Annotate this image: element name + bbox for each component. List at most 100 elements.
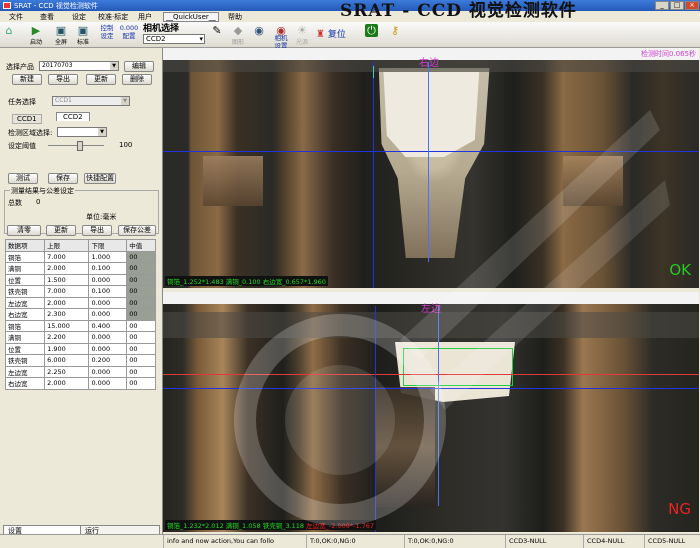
export-tolerance-button[interactable]: 导出 xyxy=(82,225,112,236)
table-row[interactable]: 右边宽 2.000 0.000 00 xyxy=(4,377,156,390)
menu-help[interactable]: 帮助 xyxy=(228,12,242,22)
standard-button[interactable]: ▣ 标准 xyxy=(74,24,92,46)
help-button[interactable]: ⚷ xyxy=(390,24,400,45)
cell-mid[interactable]: 00 xyxy=(126,342,156,355)
cell-lower[interactable]: 0.000 xyxy=(88,296,128,309)
cell-lower[interactable]: 0.000 xyxy=(88,273,128,286)
home-button[interactable]: ⌂ xyxy=(3,24,15,45)
reset-button[interactable]: ♜ 复位 xyxy=(316,24,352,45)
cell-lower[interactable]: 0.000 xyxy=(88,365,128,378)
quick-config-button[interactable]: 快捷配置 xyxy=(84,173,116,184)
edit-button[interactable]: 编辑 xyxy=(124,61,154,72)
cell-upper[interactable]: 2.300 xyxy=(44,308,90,321)
cell-lower[interactable]: 0.000 xyxy=(88,308,128,321)
cell-upper[interactable]: 2.250 xyxy=(44,365,90,378)
camera-settings-button[interactable]: ◉ 相机 设置 xyxy=(272,24,290,50)
minimize-button[interactable]: _ xyxy=(655,1,669,10)
cell-lower[interactable]: 0.200 xyxy=(88,354,128,367)
cell-mid[interactable]: 00 xyxy=(126,331,156,344)
export-button[interactable]: 导出 xyxy=(48,74,78,85)
cell-mid[interactable]: 00 xyxy=(126,365,156,378)
table-row[interactable]: 右边宽 2.300 0.000 00 xyxy=(4,308,156,321)
control-settings-button[interactable]: 控制 设定 xyxy=(98,24,116,45)
cell-lower[interactable]: 0.100 xyxy=(88,285,128,298)
cell-lower[interactable]: 0.100 xyxy=(88,262,128,275)
tab-ccd1[interactable]: CCD1 xyxy=(12,114,42,124)
cell-upper[interactable]: 6.000 xyxy=(44,354,90,367)
table-row[interactable]: 铁壳铜 6.000 0.200 00 xyxy=(4,354,156,367)
camera-view-left[interactable]: 左边 NG 铜箔_1.232*2.012 满铜_1.058 铁壳铜_3.118 … xyxy=(163,292,699,532)
table-row[interactable]: 满铜 2.200 0.000 00 xyxy=(4,331,156,344)
region-select[interactable]: ▼ xyxy=(57,127,107,137)
cell-mid[interactable]: 00 xyxy=(126,296,156,309)
table-row[interactable]: 左边宽 2.000 0.000 00 xyxy=(4,296,156,309)
cell-item: 铁壳铜 xyxy=(4,285,46,298)
cell-lower[interactable]: 0.000 xyxy=(88,342,128,355)
menu-view[interactable]: 查看 xyxy=(40,12,54,22)
cell-mid[interactable]: 00 xyxy=(126,250,156,263)
config-button[interactable]: 0.000 配置 xyxy=(119,24,139,45)
pencil-tool[interactable]: ✎ xyxy=(210,24,224,45)
cell-upper[interactable]: 1.900 xyxy=(44,342,90,355)
test-button[interactable]: 测试 xyxy=(8,173,38,184)
table-row[interactable]: 位置 1.500 0.000 00 xyxy=(4,273,156,286)
table-row[interactable]: 铜箔 15.000 0.400 00 xyxy=(4,319,156,332)
menu-file[interactable]: 文件 xyxy=(9,12,23,22)
guide-line xyxy=(428,62,429,262)
cell-upper[interactable]: 2.000 xyxy=(44,377,90,390)
task-select[interactable]: CCD1 ▼ xyxy=(52,96,130,106)
cell-mid[interactable]: 00 xyxy=(126,377,156,390)
cell-upper[interactable]: 15.000 xyxy=(44,319,90,332)
table-row[interactable]: 左边宽 2.250 0.000 00 xyxy=(4,365,156,378)
threshold-slider[interactable] xyxy=(48,145,104,146)
menu-calibration[interactable]: 校准·标定 xyxy=(98,12,128,22)
graphic-setup-button[interactable]: ◆图形设置 xyxy=(230,24,246,55)
product-select[interactable]: 20170703 ▼ xyxy=(39,61,119,71)
start-button[interactable]: ▶ 启动 xyxy=(27,24,45,46)
power-button[interactable]: ⏻ xyxy=(365,24,379,45)
cell-upper[interactable]: 2.000 xyxy=(44,296,90,309)
table-row[interactable]: 位置 1.900 0.000 00 xyxy=(4,342,156,355)
camera-view-right[interactable]: 右边 检测时间0.065秒 OK 铜箔_1.252*1.483 满铜_0.100… xyxy=(163,48,699,288)
close-button[interactable]: × xyxy=(685,1,699,10)
camera-tool[interactable]: ◉ xyxy=(252,24,266,45)
cell-mid[interactable]: 00 xyxy=(126,273,156,286)
save-button[interactable]: 保存 xyxy=(48,173,78,184)
cell-mid[interactable]: 00 xyxy=(126,262,156,275)
cell-lower[interactable]: 1.000 xyxy=(88,250,128,263)
menu-user[interactable]: 用户 xyxy=(138,12,152,22)
total-label: 总数 xyxy=(8,199,22,207)
cell-upper[interactable]: 7.000 xyxy=(44,250,90,263)
table-row[interactable]: 铜箔 7.000 1.000 00 xyxy=(4,250,156,263)
fullscreen-button[interactable]: ▣ 全屏 xyxy=(52,24,70,46)
update-tolerance-button[interactable]: 更新 xyxy=(46,225,76,236)
cell-mid[interactable]: 00 xyxy=(126,354,156,367)
cell-upper[interactable]: 7.000 xyxy=(44,285,90,298)
tab-ccd2[interactable]: CCD2 xyxy=(56,112,90,121)
menu-settings[interactable]: 设定 xyxy=(72,12,86,22)
cell-mid[interactable]: 00 xyxy=(126,319,156,332)
cell-lower[interactable]: 0.400 xyxy=(88,319,128,332)
update-button[interactable]: 更新 xyxy=(86,74,116,85)
new-button[interactable]: 新建 xyxy=(12,74,42,85)
delete-button[interactable]: 删除 xyxy=(122,74,152,85)
cell-mid[interactable]: 00 xyxy=(126,285,156,298)
toolbar: ⌂ ▶ 启动 ▣ 全屏 ▣ 标准 控制 设定 0.000 配置 相机选择 CCD2 ▾ ✎… xyxy=(0,22,700,55)
maximize-button[interactable]: □ xyxy=(670,1,684,10)
home-icon: ⌂ xyxy=(5,24,13,37)
cell-mid[interactable]: 00 xyxy=(126,308,156,321)
camera-select[interactable]: 相机选择 CCD2 ▾ xyxy=(143,24,209,45)
cell-lower[interactable]: 0.000 xyxy=(88,331,128,344)
quick-user-field[interactable]: __QuickUser__ xyxy=(163,12,219,22)
slider-thumb[interactable] xyxy=(77,141,83,151)
save-tolerance-button[interactable]: 保存公差 xyxy=(118,225,156,236)
cell-item: 位置 xyxy=(4,342,46,355)
cell-upper[interactable]: 2.000 xyxy=(44,262,90,275)
clear-button[interactable]: 清零 xyxy=(7,225,41,236)
table-row[interactable]: 满铜 2.000 0.100 00 xyxy=(4,262,156,275)
cell-upper[interactable]: 2.200 xyxy=(44,331,90,344)
table-row[interactable]: 铁壳铜 7.000 0.100 00 xyxy=(4,285,156,298)
light-source-button[interactable]: ☀ 光源 xyxy=(295,24,309,46)
cell-lower[interactable]: 0.000 xyxy=(88,377,128,390)
cell-upper[interactable]: 1.500 xyxy=(44,273,90,286)
